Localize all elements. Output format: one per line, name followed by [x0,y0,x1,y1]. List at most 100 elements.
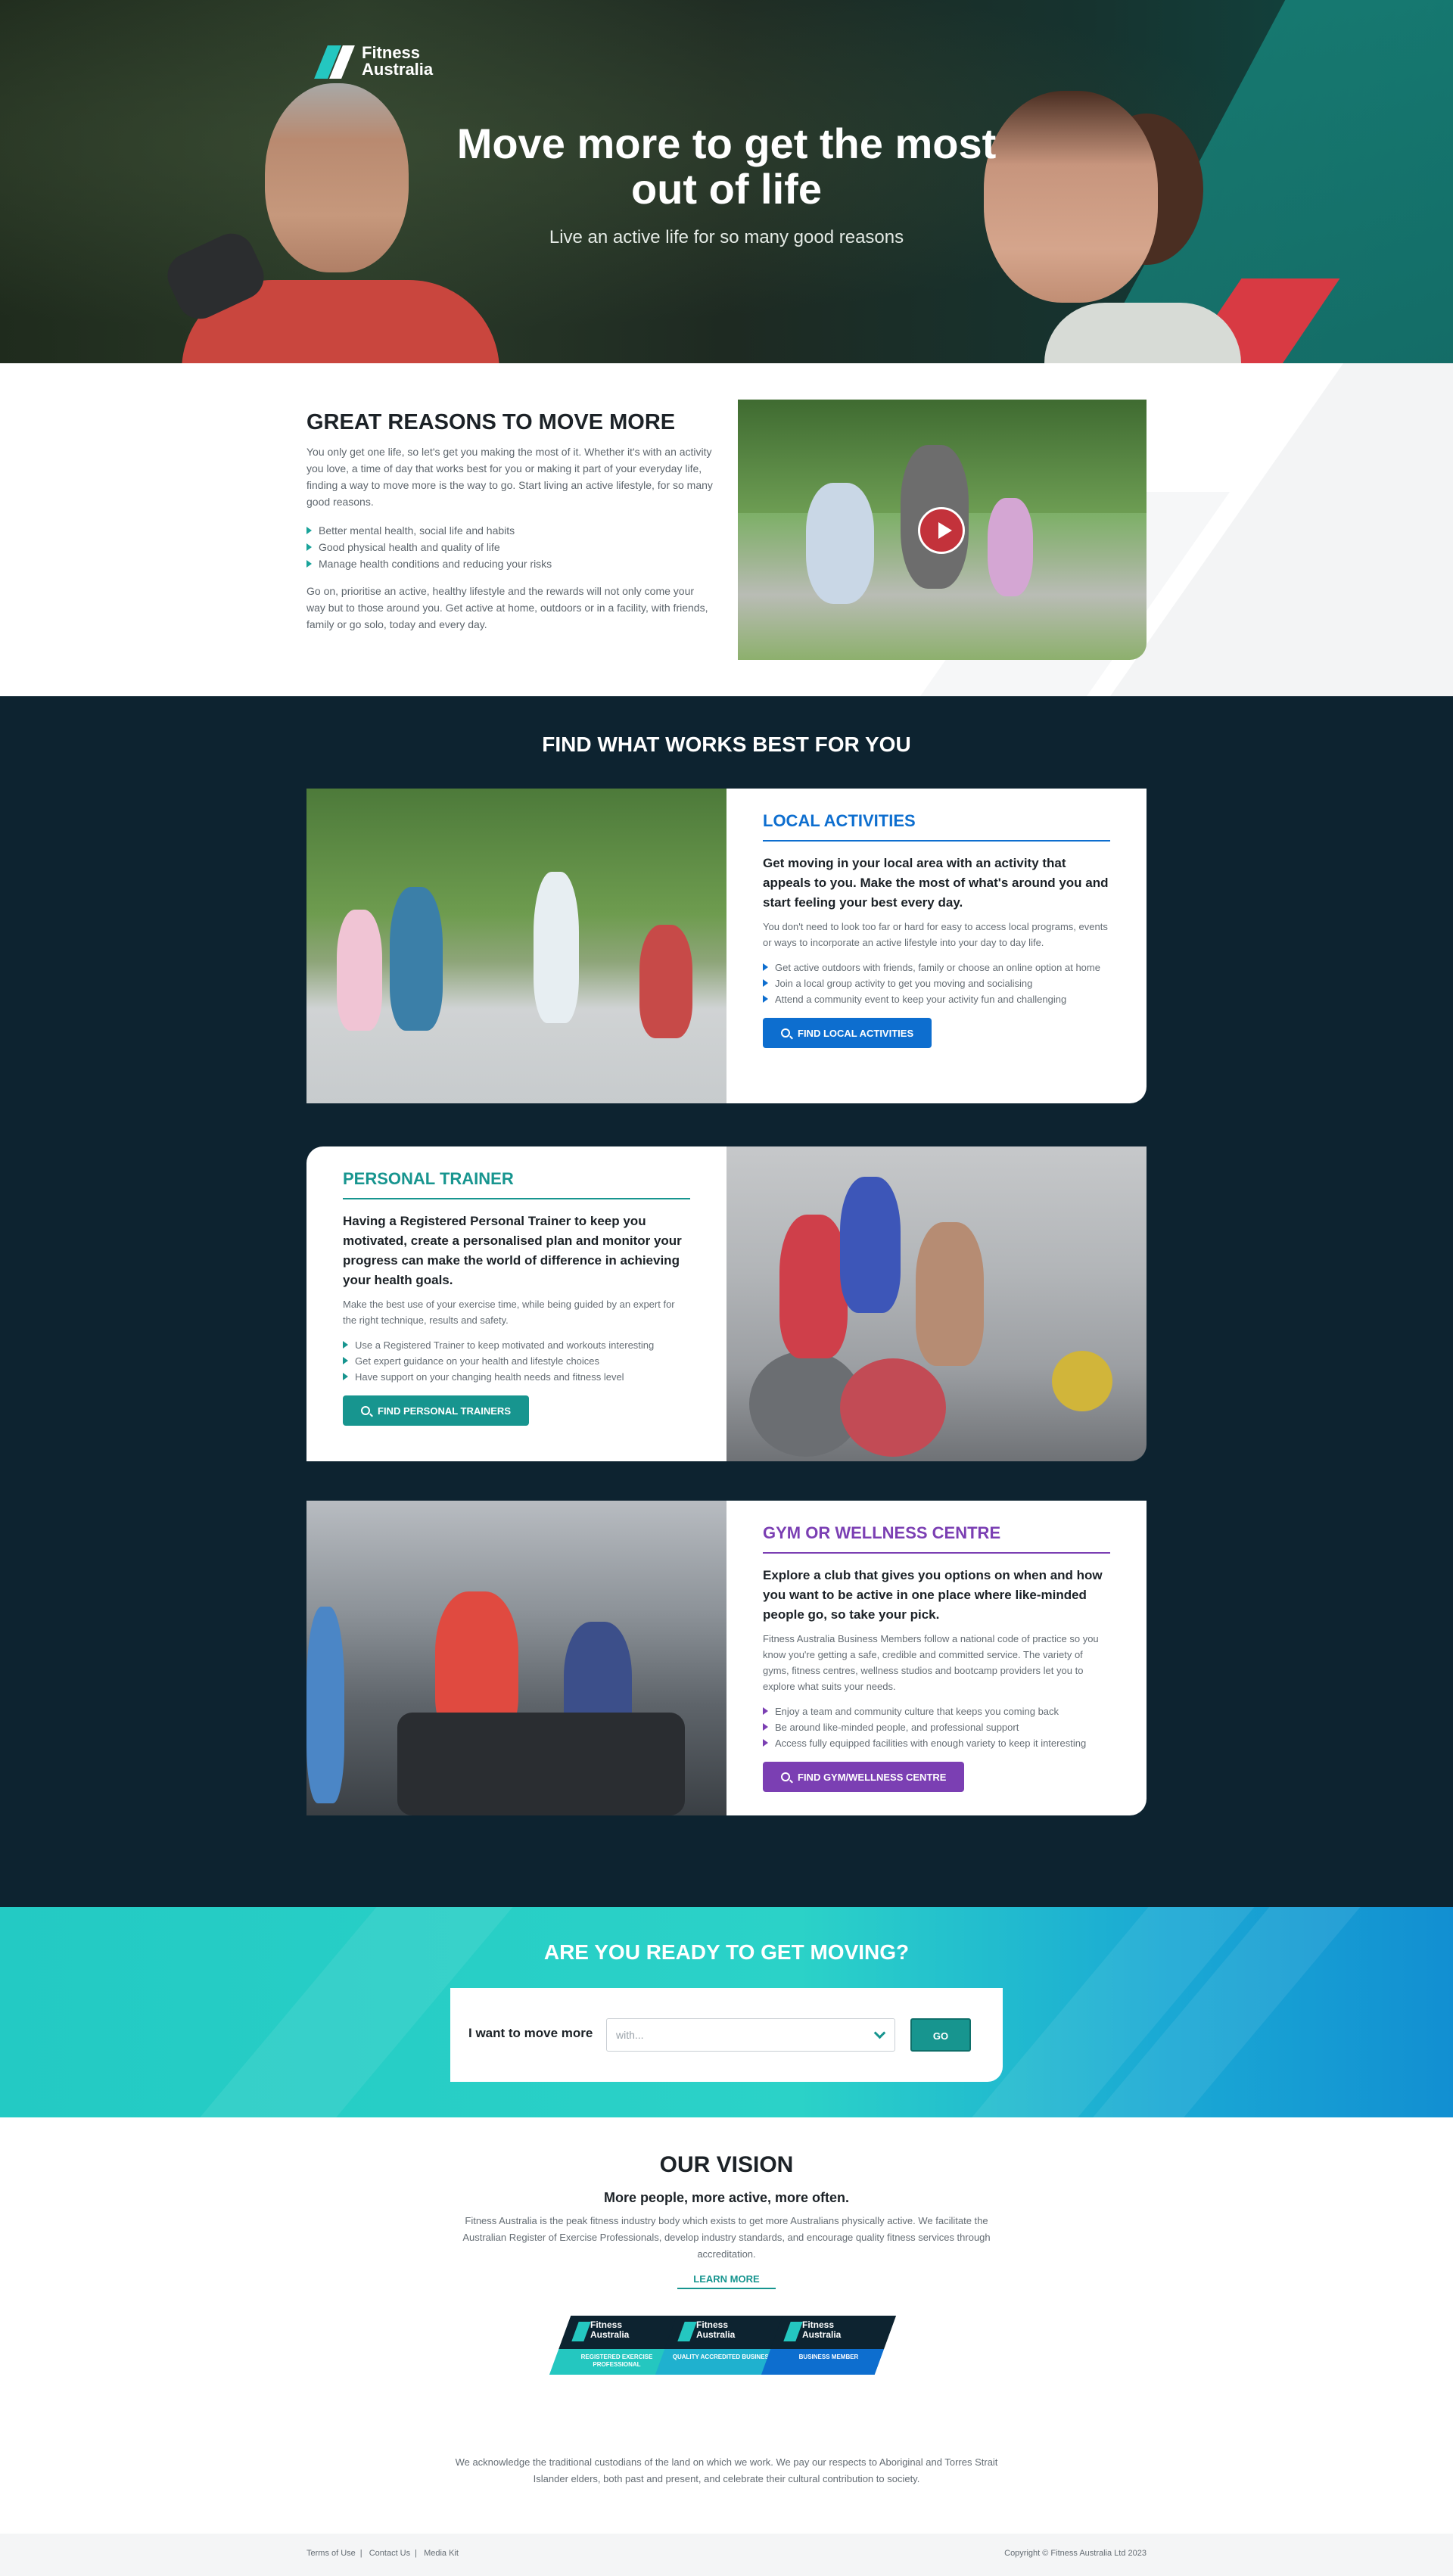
badge-brand: Fitness Australia [696,2319,736,2340]
card-list: Get active outdoors with friends, family… [763,960,1110,1007]
footer-divider: | [359,2549,362,2558]
vision-section: OUR VISION More people, more active, mor… [0,2117,1453,2534]
find-personal-trainers-button[interactable]: FIND PERSONAL TRAINERS [343,1395,529,1426]
ready-heading: ARE YOU READY TO GET MOVING? [543,1940,910,1964]
reasons-intro: You only get one life, so let's get you … [306,446,713,508]
video-runner [806,483,874,604]
card-local-activities: LOCAL ACTIVITIES Get moving in your loca… [306,789,1147,1103]
site-footer: Terms of Use | Contact Us | Media Kit Copy… [0,2534,1453,2576]
find-heading: FIND WHAT WORKS BEST FOR YOU [542,733,911,756]
footer-links: Terms of Use | Contact Us | Media Kit [306,2549,463,2558]
search-icon [781,1028,790,1038]
card-lead: Explore a club that gives you options on… [763,1568,1103,1622]
button-label: FIND PERSONAL TRAINERS [378,1405,511,1417]
photo-equipment [397,1713,685,1815]
footer-link-media-kit[interactable]: Media Kit [424,2549,459,2558]
personal-trainer-panel: PERSONAL TRAINER Having a Registered Per… [306,1146,726,1461]
select-placeholder: with... [616,2029,644,2041]
reasons-closing: Go on, prioritise an active, healthy lif… [306,585,708,630]
card-lead: Having a Registered Personal Trainer to … [343,1214,682,1287]
badge-logo-icon [783,2322,803,2341]
badge-brand: Fitness Australia [590,2319,630,2340]
find-local-activities-button[interactable]: FIND LOCAL ACTIVITIES [763,1018,932,1048]
badge-label: REGISTERED EXERCISE PROFESSIONAL [580,2354,653,2368]
card-list: Enjoy a team and community culture that … [763,1703,1110,1751]
photo-figure [534,872,579,1023]
badge-brand: Fitness Australia [802,2319,842,2340]
button-label: FIND GYM/WELLNESS CENTRE [798,1771,947,1783]
footer-link-terms[interactable]: Terms of Use [306,2549,356,2558]
search-icon [361,1406,370,1415]
card-gym-wellness: GYM OR WELLNESS CENTRE Explore a club th… [306,1501,1147,1815]
vision-description: Fitness Australia is the peak fitness in… [462,2215,991,2260]
card-list-item: Enjoy a team and community culture that … [763,1703,1110,1719]
video-runner [988,498,1033,596]
card-desc: Fitness Australia Business Members follo… [763,1633,1099,1692]
photo-figure [779,1215,848,1358]
badge-logo-icon [677,2322,697,2341]
card-list-item: Have support on your changing health nee… [343,1369,690,1385]
photo-figure [390,887,443,1031]
card-list-item: Join a local group activity to get you m… [763,975,1110,991]
card-personal-trainer: PERSONAL TRAINER Having a Registered Per… [306,1146,1147,1461]
chevron-down-icon [873,2027,886,2039]
reasons-section: GREAT REASONS TO MOVE MORE You only get … [0,363,1453,696]
badge-logo-icon [571,2322,591,2341]
find-gym-wellness-button[interactable]: FIND GYM/WELLNESS CENTRE [763,1762,965,1792]
photo-figure [916,1222,984,1366]
photo-ball [1052,1351,1112,1411]
personal-trainer-photo [726,1146,1147,1461]
ready-section: ARE YOU READY TO GET MOVING? I want to m… [0,1907,1453,2117]
acknowledgement-text: We acknowledge the traditional custodian… [455,2456,998,2484]
reasons-list-item: Better mental health, social life and ha… [306,522,552,539]
badge-label: QUALITY ACCREDITED BUSINESS [672,2354,773,2360]
card-title: PERSONAL TRAINER [343,1169,690,1199]
hero-man-head [265,83,409,272]
card-title: GYM OR WELLNESS CENTRE [763,1523,1110,1554]
footer-divider: | [415,2549,417,2558]
card-title: LOCAL ACTIVITIES [763,811,1110,842]
footer-link-contact[interactable]: Contact Us [369,2549,410,2558]
move-more-form: I want to move more with... GO [450,1988,1003,2082]
site-logo[interactable]: Fitness Australia [314,44,433,79]
logo-icon [314,44,355,79]
hero-banner: Fitness Australia Move more to get the m… [0,0,1453,363]
gym-wellness-panel: GYM OR WELLNESS CENTRE Explore a club th… [726,1501,1147,1815]
photo-figure [306,1607,344,1803]
go-button[interactable]: GO [910,2018,971,2052]
play-icon[interactable] [918,507,965,554]
logo-line-1: Fitness [362,43,421,62]
card-list-item: Use a Registered Trainer to keep motivat… [343,1337,690,1353]
logo-line-2: Australia [362,60,434,79]
card-list-item: Access fully equipped facilities with en… [763,1735,1110,1751]
local-activities-panel: LOCAL ACTIVITIES Get moving in your loca… [726,789,1147,1103]
learn-more-link[interactable]: LEARN MORE [677,2273,776,2289]
footer-copyright: Copyright © Fitness Australia Ltd 2023 [1004,2549,1147,2558]
photo-figure [840,1177,901,1313]
card-list-item: Be around like-minded people, and profes… [763,1719,1110,1735]
hero-subtitle: Live an active life for so many good rea… [549,227,904,247]
reasons-list-item: Manage health conditions and reducing yo… [306,555,552,572]
activity-select[interactable]: with... [606,2018,895,2052]
find-section: FIND WHAT WORKS BEST FOR YOU LOCAL ACTIV… [0,696,1453,1907]
photo-figure [337,910,382,1031]
badge-business-member[interactable]: Fitness Australia BUSINESS MEMBER [761,2316,897,2375]
badge-label: BUSINESS MEMBER [798,2354,859,2360]
card-lead: Get moving in your local area with an ac… [763,856,1109,910]
reasons-list-item: Good physical health and quality of life [306,539,552,555]
button-label: FIND LOCAL ACTIVITIES [798,1027,914,1039]
logo-text: Fitness Australia [362,45,433,78]
reasons-list: Better mental health, social life and ha… [306,522,552,572]
local-activities-photo [306,789,726,1103]
membership-badges: Fitness Australia REGISTERED EXERCISE PRO… [549,2316,897,2376]
hero-woman-top [1044,303,1241,363]
vision-heading: OUR VISION [659,2152,794,2177]
move-more-label: I want to move more [468,2026,593,2040]
card-list-item: Attend a community event to keep your ac… [763,991,1110,1007]
reasons-video[interactable] [738,400,1147,660]
hero-title: Move more to get the most out of life [456,120,997,213]
card-list-item: Get active outdoors with friends, family… [763,960,1110,975]
search-icon [781,1772,790,1781]
card-desc: You don't need to look too far or hard f… [763,921,1108,948]
gym-wellness-photo [306,1501,726,1815]
